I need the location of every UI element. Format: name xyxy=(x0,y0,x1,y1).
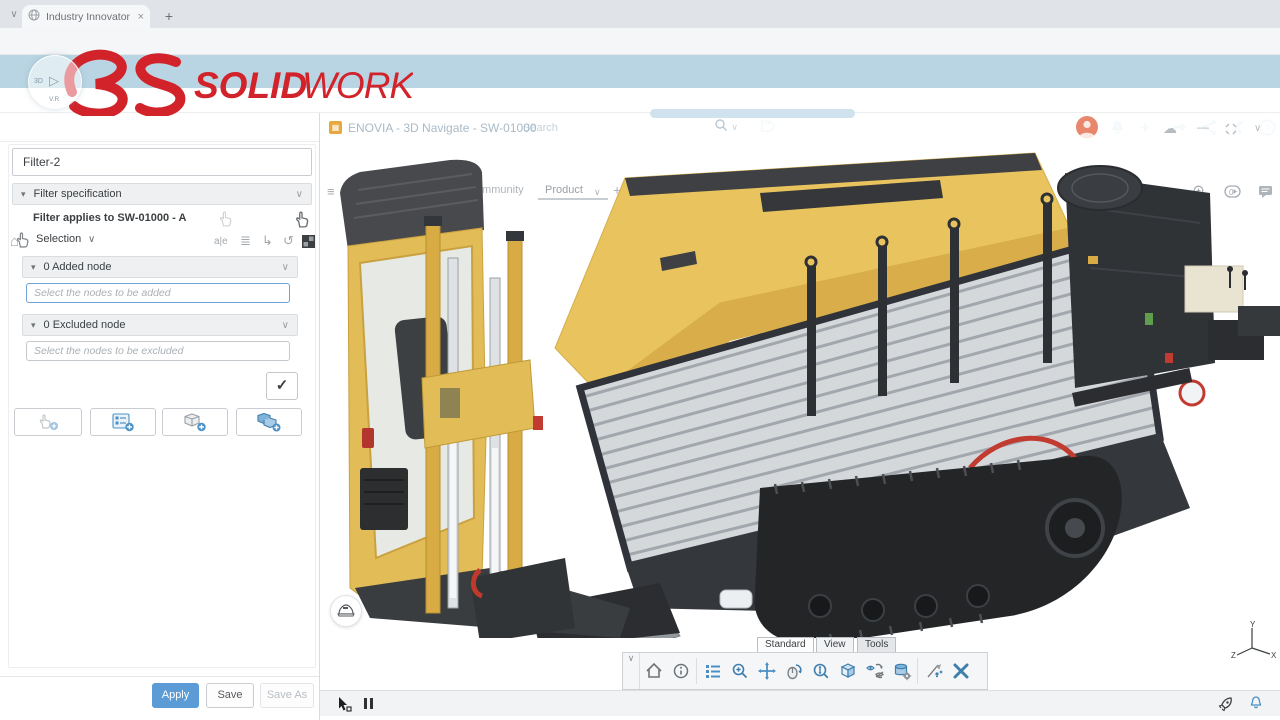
machine-model xyxy=(330,138,1280,638)
tag-icon[interactable] xyxy=(757,118,777,138)
axis-x-label: X xyxy=(1271,651,1276,660)
assembly-add-button[interactable] xyxy=(236,408,302,436)
part-add-button[interactable] xyxy=(162,408,228,436)
search-input[interactable] xyxy=(523,122,714,134)
application-window: ∨ Industry Innovator × + ← → ↻ 3dexperie… xyxy=(0,0,1280,720)
chevron-down-icon: ∨ xyxy=(282,262,289,273)
3d-viewport-canvas[interactable] xyxy=(330,138,1280,638)
select-add-button[interactable] xyxy=(14,408,82,436)
browser-tab-strip: ∨ Industry Innovator × + xyxy=(0,0,1280,28)
toolbar-separator xyxy=(917,658,918,684)
enovia-app-icon: ▦ xyxy=(329,121,342,134)
viewport-menu-chevron-icon[interactable]: ∨ xyxy=(1254,123,1261,134)
tab-title: Industry Innovator xyxy=(46,11,132,23)
panel-toolbar: ⌂ a|e ≣ ↳ ↺ xyxy=(0,113,319,142)
dashboard-nav-row: Advanced Filter ∧ ≡ Content Tasks Commun… xyxy=(0,88,1280,113)
filter-applies-label: Filter applies to SW-01000 - A xyxy=(33,212,186,224)
cloud-icon[interactable]: ☁ xyxy=(1163,120,1177,137)
iso-view-cube-icon[interactable] xyxy=(834,658,861,684)
selection-label[interactable]: Selection xyxy=(36,233,81,245)
section-explode-icon[interactable] xyxy=(920,658,947,684)
save-as-button[interactable]: Save As xyxy=(260,683,314,708)
selection-hand-icon xyxy=(15,231,30,253)
add-content-icon[interactable]: + xyxy=(1140,118,1160,138)
axis-triad: Y X Z xyxy=(1230,620,1276,677)
viewer-home-icon[interactable] xyxy=(640,658,667,684)
toolbar-tab-view[interactable]: View xyxy=(816,637,854,653)
info-icon[interactable] xyxy=(667,658,694,684)
badge-3d-label: 3D xyxy=(34,78,43,85)
excluded-node-header[interactable]: ▾ 0 Excluded node ∨ xyxy=(22,314,298,336)
excluded-node-input[interactable] xyxy=(26,341,290,361)
selection-chevron-icon[interactable]: ∨ xyxy=(88,234,95,245)
apply-button[interactable]: Apply xyxy=(152,683,199,708)
widget-drag-handle[interactable] xyxy=(650,109,855,118)
rotate-mouse-icon[interactable] xyxy=(780,658,807,684)
3dplay-rocket-icon[interactable] xyxy=(1218,696,1234,717)
minimize-icon[interactable]: — xyxy=(1197,120,1209,134)
viewport-title: ENOVIA - 3D Navigate - SW-01000 xyxy=(348,121,537,135)
toolbar-separator xyxy=(696,658,697,684)
svg-text:?: ? xyxy=(1265,123,1270,134)
platform-top-bar: 3S 3DEXPERIENCE | 3DDashboard - Industry… xyxy=(0,55,1280,88)
list-add-button[interactable] xyxy=(90,408,156,436)
tab-search-chevron-icon[interactable]: ∨ xyxy=(6,7,22,23)
select-cursor-icon[interactable] xyxy=(336,696,352,717)
new-tab-button[interactable]: + xyxy=(160,7,178,25)
database-settings-icon[interactable] xyxy=(888,658,915,684)
toolbar-collapse-chevron-icon[interactable]: ∨ xyxy=(623,653,640,689)
model-tree-icon[interactable] xyxy=(699,658,726,684)
viewer-status-bar xyxy=(320,690,1280,716)
panel-footer-divider xyxy=(0,676,319,677)
notification-bell-status-icon[interactable] xyxy=(1248,695,1264,716)
global-search[interactable]: ∨ xyxy=(515,117,745,138)
cursor-hand-icon xyxy=(294,210,310,233)
save-button[interactable]: Save xyxy=(206,683,254,708)
added-node-label: 0 Added node xyxy=(44,261,112,273)
search-scope-chevron-icon[interactable]: ∨ xyxy=(728,122,741,133)
axis-z-label: Z xyxy=(1231,651,1236,660)
added-node-header[interactable]: ▾ 0 Added node ∨ xyxy=(22,256,298,278)
maximize-icon[interactable] xyxy=(1225,123,1237,138)
zoom-window-icon[interactable] xyxy=(807,658,834,684)
machine-engine-module xyxy=(1058,166,1280,407)
filter-name-field[interactable]: Filter-2 xyxy=(12,148,312,176)
compass-play-badge[interactable]: 3D ▷ V.R xyxy=(28,55,82,109)
chevron-down-icon: ∨ xyxy=(296,189,303,200)
chevron-down-icon: ∨ xyxy=(282,320,289,331)
axis-y-label: Y xyxy=(1250,620,1256,629)
safety-helmet-button[interactable] xyxy=(330,595,362,627)
caret-down-icon: ▾ xyxy=(21,189,26,200)
zoom-in-icon[interactable] xyxy=(726,658,753,684)
caret-down-icon: ▾ xyxy=(31,262,36,273)
filter-specification-label: Filter specification xyxy=(34,188,122,200)
viewer-toolbar: ∨ xyxy=(622,652,988,690)
added-node-input[interactable] xyxy=(26,283,290,303)
browser-address-bar: ← → ↻ 3dexperience.com xyxy=(0,28,1280,55)
ghost-hand-icon xyxy=(218,210,233,232)
validate-check-button[interactable]: ✓ xyxy=(266,372,298,400)
user-name[interactable]: Eric ENGINEER xyxy=(968,120,1064,134)
pan-icon[interactable] xyxy=(753,658,780,684)
notification-bell-icon[interactable] xyxy=(1108,118,1128,138)
filter-specification-header[interactable]: ▾ Filter specification ∨ xyxy=(12,183,312,205)
excluded-node-label: 0 Excluded node xyxy=(44,319,126,331)
browser-tab[interactable]: Industry Innovator × xyxy=(22,5,150,28)
globe-icon xyxy=(28,8,40,26)
close-x-icon[interactable] xyxy=(947,658,974,684)
toolbar-tab-standard[interactable]: Standard xyxy=(757,637,814,653)
pause-icon[interactable] xyxy=(364,698,373,709)
badge-vr-label: V.R xyxy=(49,96,59,103)
caret-down-icon: ▾ xyxy=(31,320,36,331)
search-icon[interactable] xyxy=(714,118,728,137)
show-hide-icon[interactable] xyxy=(861,658,888,684)
play-icon: ▷ xyxy=(49,73,59,89)
tab-close-icon[interactable]: × xyxy=(138,11,144,23)
toolbar-tab-tools[interactable]: Tools xyxy=(857,637,896,653)
avatar[interactable] xyxy=(1076,116,1098,138)
